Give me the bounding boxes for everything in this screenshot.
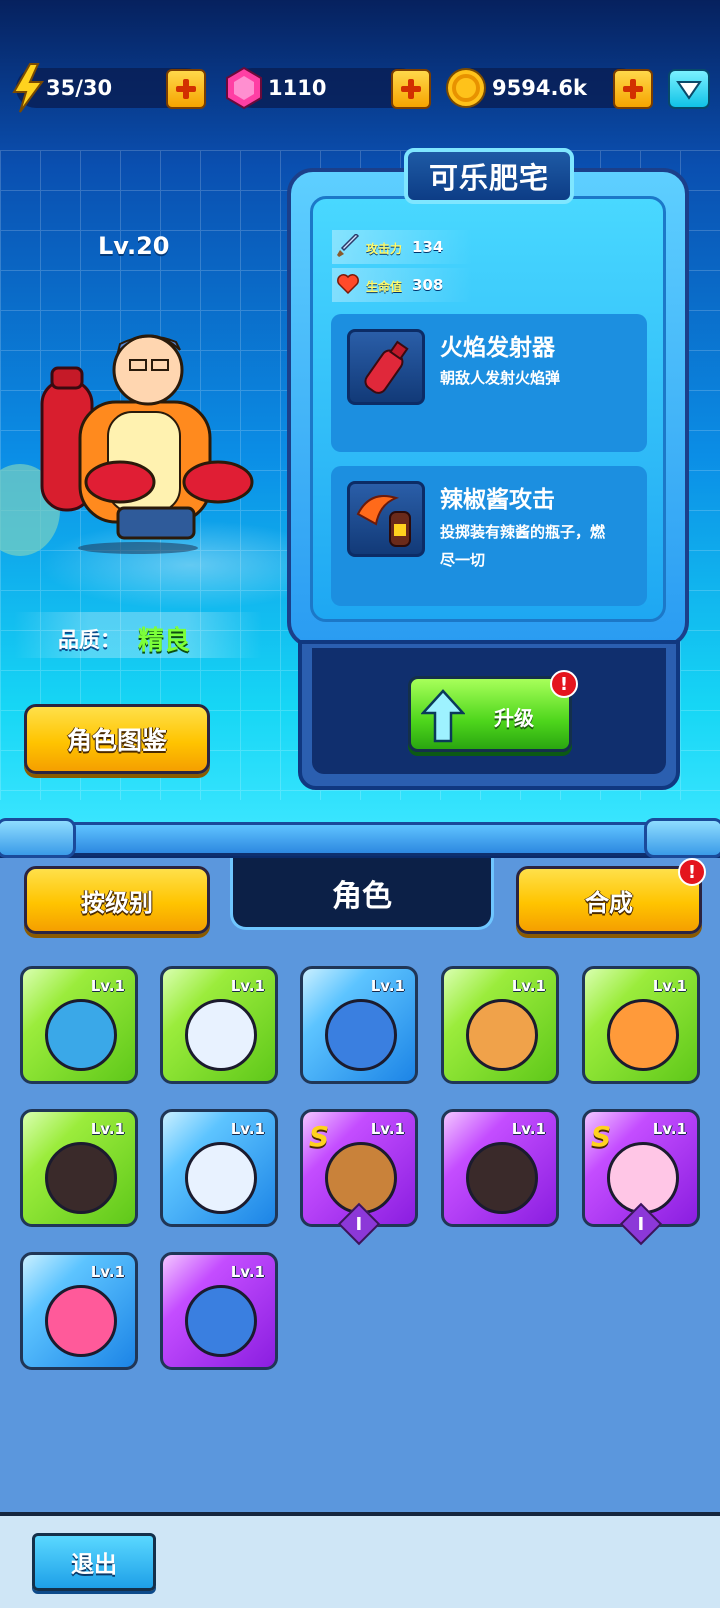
coin-value: 9594.6k bbox=[492, 76, 588, 100]
shop-button[interactable] bbox=[668, 69, 710, 109]
gem-icon bbox=[226, 66, 262, 110]
black-beard-man-icon bbox=[45, 1142, 117, 1214]
hero-level: Lv.1 bbox=[652, 1120, 687, 1138]
hp-label: 生命值 bbox=[366, 280, 403, 294]
white-hair-headset-icon bbox=[185, 1142, 257, 1214]
hero-card[interactable]: Lv.1 bbox=[160, 966, 278, 1084]
black-beard-man-icon bbox=[466, 1142, 538, 1214]
hot-sauce-bottle-icon bbox=[347, 481, 425, 557]
attack-label: 攻击力 bbox=[366, 242, 403, 256]
blonde-beard-man-icon bbox=[466, 999, 538, 1071]
blue-monster-icon bbox=[45, 999, 117, 1071]
hero-level: Lv.1 bbox=[370, 1120, 405, 1138]
character-name: 可乐肥宅 bbox=[404, 148, 574, 204]
sword-icon bbox=[337, 234, 360, 257]
cola-bottle-icon bbox=[347, 329, 425, 405]
upgrade-label: 升级 bbox=[494, 706, 534, 730]
skill-desc-hot-sauce-line1: 投掷装有辣酱的瓶子，燃 bbox=[440, 523, 606, 541]
lightning-icon bbox=[12, 63, 44, 113]
skill-desc-flamethrower: 朝敌人发射火焰弹 bbox=[440, 369, 561, 387]
add-energy-button[interactable] bbox=[166, 69, 206, 109]
divider-cap-right bbox=[644, 818, 720, 858]
orange-bun-girl-icon bbox=[607, 999, 679, 1071]
hero-card[interactable]: Lv.1 bbox=[20, 966, 138, 1084]
white-hair-headset-icon bbox=[185, 999, 257, 1071]
skill-name-flamethrower: 火焰发射器 bbox=[440, 335, 555, 361]
synthesize-alert-icon: ! bbox=[678, 858, 706, 886]
hero-card[interactable]: Lv.1 bbox=[441, 1109, 559, 1227]
pink-goggles-girl-icon bbox=[45, 1285, 117, 1357]
hero-level: Lv.1 bbox=[370, 977, 405, 995]
blue-hood-icon bbox=[325, 999, 397, 1071]
hero-level: Lv.1 bbox=[90, 1120, 125, 1138]
hero-card[interactable]: Lv.1 bbox=[160, 1109, 278, 1227]
hero-card[interactable]: Lv.1 bbox=[160, 1252, 278, 1370]
synthesize-button[interactable]: 合成 bbox=[516, 866, 702, 934]
hp-value: 308 bbox=[412, 276, 444, 294]
section-divider bbox=[0, 822, 720, 856]
hero-level: Lv.1 bbox=[652, 977, 687, 995]
heart-icon bbox=[337, 274, 359, 295]
skill-name-hot-sauce: 辣椒酱攻击 bbox=[440, 487, 555, 513]
quality-value: 精良 bbox=[138, 626, 191, 656]
hero-level: Lv.1 bbox=[230, 977, 265, 995]
skill-desc-hot-sauce-line2: 尽一切 bbox=[440, 551, 486, 569]
tab-roles[interactable]: 角色 bbox=[230, 858, 494, 930]
hero-card[interactable]: Lv.1 bbox=[20, 1109, 138, 1227]
quality-label: 品质： bbox=[58, 628, 121, 652]
energy-value: 35/30 bbox=[46, 76, 113, 100]
hero-card[interactable]: Lv.1 bbox=[582, 966, 700, 1084]
upgrade-button[interactable] bbox=[408, 676, 572, 752]
blue-hood-icon bbox=[185, 1285, 257, 1357]
add-coins-button[interactable] bbox=[613, 69, 653, 109]
upgrade-rank-icon: S bbox=[591, 1120, 612, 1153]
hero-level: Lv.1 bbox=[230, 1263, 265, 1281]
coin-icon bbox=[446, 68, 486, 108]
hero-level: Lv.1 bbox=[511, 977, 546, 995]
exit-button[interactable]: 退出 bbox=[32, 1533, 156, 1591]
add-gems-button[interactable] bbox=[391, 69, 431, 109]
hero-card[interactable]: Lv.1 bbox=[300, 966, 418, 1084]
lion-icon bbox=[325, 1142, 397, 1214]
character-level: Lv.20 bbox=[98, 232, 170, 260]
upgrade-rank-icon: S bbox=[309, 1120, 330, 1153]
hero-card[interactable]: Lv.1 bbox=[20, 1252, 138, 1370]
hero-level: Lv.1 bbox=[230, 1120, 265, 1138]
shield-icon bbox=[676, 81, 702, 100]
sort-by-level-button[interactable]: 按级别 bbox=[24, 866, 210, 934]
hero-card[interactable]: Lv.1 bbox=[441, 966, 559, 1084]
hero-level: Lv.1 bbox=[511, 1120, 546, 1138]
upgrade-alert-icon: ! bbox=[550, 670, 578, 698]
gem-value: 1110 bbox=[268, 76, 327, 100]
pink-hair-girl-icon bbox=[607, 1142, 679, 1214]
hero-level: Lv.1 bbox=[90, 1263, 125, 1281]
divider-cap-left bbox=[0, 818, 76, 858]
attack-value: 134 bbox=[412, 238, 444, 256]
star-rank-value: I bbox=[637, 1213, 645, 1235]
hero-level: Lv.1 bbox=[90, 977, 125, 995]
arrow-up-icon bbox=[421, 689, 465, 743]
star-rank-value: I bbox=[355, 1213, 363, 1235]
character-gallery-button[interactable]: 角色图鉴 bbox=[24, 704, 210, 774]
character-portrait[interactable] bbox=[0, 320, 280, 580]
